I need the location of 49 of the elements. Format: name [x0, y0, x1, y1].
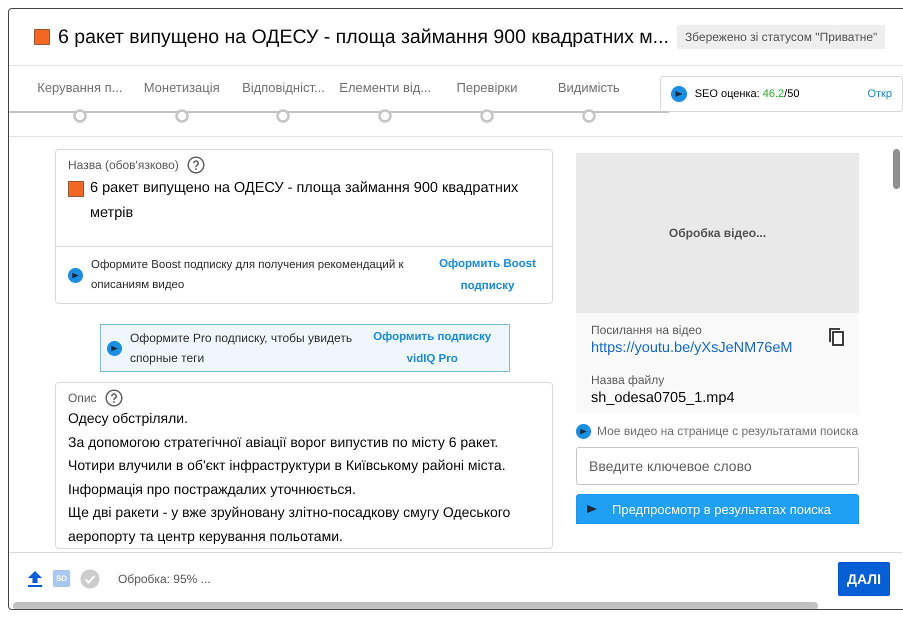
video-link[interactable]: https://youtu.be/yXsJeNM76eM — [591, 340, 792, 356]
file-name: sh_odesa0705_1.mp4 — [591, 390, 736, 406]
open-link[interactable]: Откр — [867, 88, 892, 100]
play-logo-icon — [576, 424, 591, 439]
copy-icon[interactable] — [827, 327, 845, 347]
description-line: Інформація про постраждалих уточнюється. — [68, 480, 357, 499]
field-label: Назва (обов'язково) — [68, 158, 179, 172]
description-line: Чотири влучили в об'єкт інфраструктури в Київському районі міста. — [68, 456, 507, 475]
keyword-input[interactable]: Введите ключевое слово — [576, 447, 859, 485]
description-line: Ще дві ракети - у вже зруйновану злітно-посадкову смугу Одеського — [68, 503, 512, 522]
save-status-label: Збережено зі статусом "Приватне" — [676, 25, 886, 49]
description-line: Одесу обстріляли. — [68, 409, 190, 428]
square-icon — [68, 181, 84, 197]
file-label: Назва файлу — [591, 373, 666, 387]
search-preview-button[interactable]: Предпросмотр в результатах поиска — [576, 494, 859, 524]
step-tab[interactable]: Видимість — [558, 80, 620, 95]
pro-link[interactable]: Оформить подписку vidIQ Pro — [367, 326, 497, 370]
step-tab[interactable]: Монетизація — [144, 80, 220, 95]
help-icon[interactable] — [104, 389, 123, 407]
description-line: аеропорту та центр керування польотами. — [68, 526, 344, 546]
dialog-title: 6 ракет випущено на ОДЕСУ - площа займання 900 квадратних м... — [58, 26, 669, 48]
pro-hint-text: Оформите Pro подписку, чтобы увидеть спорные теги — [130, 330, 354, 367]
link-label: Посилання на відео — [591, 323, 703, 337]
upload-icon[interactable] — [27, 570, 43, 588]
check-circle-icon — [80, 568, 100, 588]
step-tab[interactable]: Відповідніст... — [242, 80, 325, 95]
scrollbar-thumb[interactable] — [893, 149, 900, 189]
field-label: Опис — [68, 391, 97, 405]
next-button[interactable]: ДАЛІ — [838, 562, 890, 596]
play-logo-icon — [670, 86, 687, 102]
title-field[interactable]: 6 ракет випущено на ОДЕСУ - площа займання 900 квадратних метрів — [90, 176, 540, 236]
description-line: За допомогою стратегічної авіації ворог випустив по місту 6 ракет. — [68, 432, 500, 452]
search-preview-hint: Мое видео на странице с результатами поиска — [597, 423, 858, 440]
play-logo-icon — [107, 340, 122, 356]
square-icon — [34, 29, 50, 45]
processing-text: Обробка відео... — [668, 226, 766, 240]
upload-status: Обробка: 95% ... — [118, 572, 211, 586]
scrollbar-thumb[interactable] — [13, 602, 818, 609]
step-tab[interactable]: Керування п... — [37, 80, 123, 95]
play-logo-icon — [68, 268, 83, 282]
step-tab[interactable]: Елементи від... — [339, 80, 432, 95]
description-field[interactable] — [55, 382, 553, 549]
boost-link[interactable]: Оформить Boost подписку — [435, 253, 540, 297]
play-icon — [586, 504, 598, 514]
sd-badge: SD — [53, 570, 70, 587]
help-icon[interactable] — [186, 156, 205, 174]
boost-hint-text: Оформите Boost подписку для получения рекомендаций к описаниям видео — [91, 258, 404, 293]
step-tab[interactable]: Перевірки — [456, 80, 518, 95]
seo-score: SEO оценка: 46.2/50 — [694, 88, 800, 100]
